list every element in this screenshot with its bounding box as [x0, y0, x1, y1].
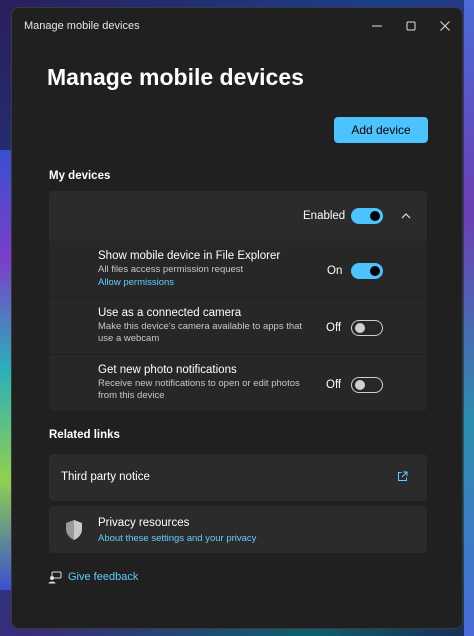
minimize-button[interactable] [360, 8, 394, 44]
title-bar[interactable]: Manage mobile devices [12, 8, 462, 44]
privacy-resources-card: Privacy resources About these settings a… [49, 506, 427, 553]
toggle-knob [355, 380, 365, 390]
give-feedback-label: Give feedback [68, 571, 139, 583]
minimize-icon [372, 25, 382, 27]
file-explorer-toggle[interactable] [351, 263, 383, 279]
setting-description: Receive new notifications to open or edi… [98, 378, 300, 401]
device-card: Enabled Show mobile device in File Explo… [49, 191, 427, 410]
connected-camera-toggle[interactable] [351, 320, 383, 336]
my-devices-label: My devices [49, 170, 111, 182]
add-device-button[interactable]: Add device [334, 117, 428, 143]
setting-description: Make this device's camera available to a… [98, 321, 303, 344]
toggle-knob [355, 323, 365, 333]
shield-icon [66, 520, 82, 540]
setting-description: All files access permission request [98, 264, 244, 275]
third-party-notice-card[interactable]: Third party notice [49, 454, 427, 501]
device-enabled-toggle[interactable] [351, 208, 383, 224]
toggle-knob [370, 211, 380, 221]
maximize-button[interactable] [394, 8, 428, 44]
page-title: Manage mobile devices [47, 64, 304, 90]
close-icon [440, 21, 450, 31]
setting-row-photo-notifications: Get new photo notifications Receive new … [49, 355, 427, 410]
setting-title: Get new photo notifications [98, 364, 237, 376]
setting-row-camera: Use as a connected camera Make this devi… [49, 298, 427, 354]
setting-title: Show mobile device in File Explorer [98, 250, 281, 262]
maximize-icon [406, 21, 416, 31]
window-controls [360, 8, 462, 44]
external-link-icon [398, 471, 408, 481]
setting-state-label: Off [326, 379, 342, 391]
setting-state-label: Off [326, 322, 342, 334]
privacy-settings-link[interactable]: About these settings and your privacy [98, 533, 256, 544]
device-enabled-label: Enabled [303, 210, 346, 222]
feedback-icon [48, 571, 62, 583]
window-title: Manage mobile devices [24, 20, 140, 32]
privacy-resources-title: Privacy resources [98, 517, 190, 529]
app-window: Manage mobile devices Manage mobile devi… [11, 7, 463, 629]
close-button[interactable] [428, 8, 462, 44]
device-header-row[interactable]: Enabled [49, 191, 427, 241]
setting-title: Use as a connected camera [98, 307, 242, 319]
allow-permissions-link[interactable]: Allow permissions [98, 277, 174, 288]
photo-notifications-toggle[interactable] [351, 377, 383, 393]
give-feedback-link[interactable]: Give feedback [48, 569, 138, 585]
setting-state-label: On [327, 265, 343, 277]
setting-row-file-explorer: Show mobile device in File Explorer All … [49, 241, 427, 297]
third-party-notice-label: Third party notice [61, 471, 150, 483]
desktop-wallpaper-right [464, 0, 474, 636]
toggle-knob [370, 266, 380, 276]
related-links-label: Related links [49, 429, 120, 441]
chevron-up-icon[interactable] [401, 212, 411, 220]
